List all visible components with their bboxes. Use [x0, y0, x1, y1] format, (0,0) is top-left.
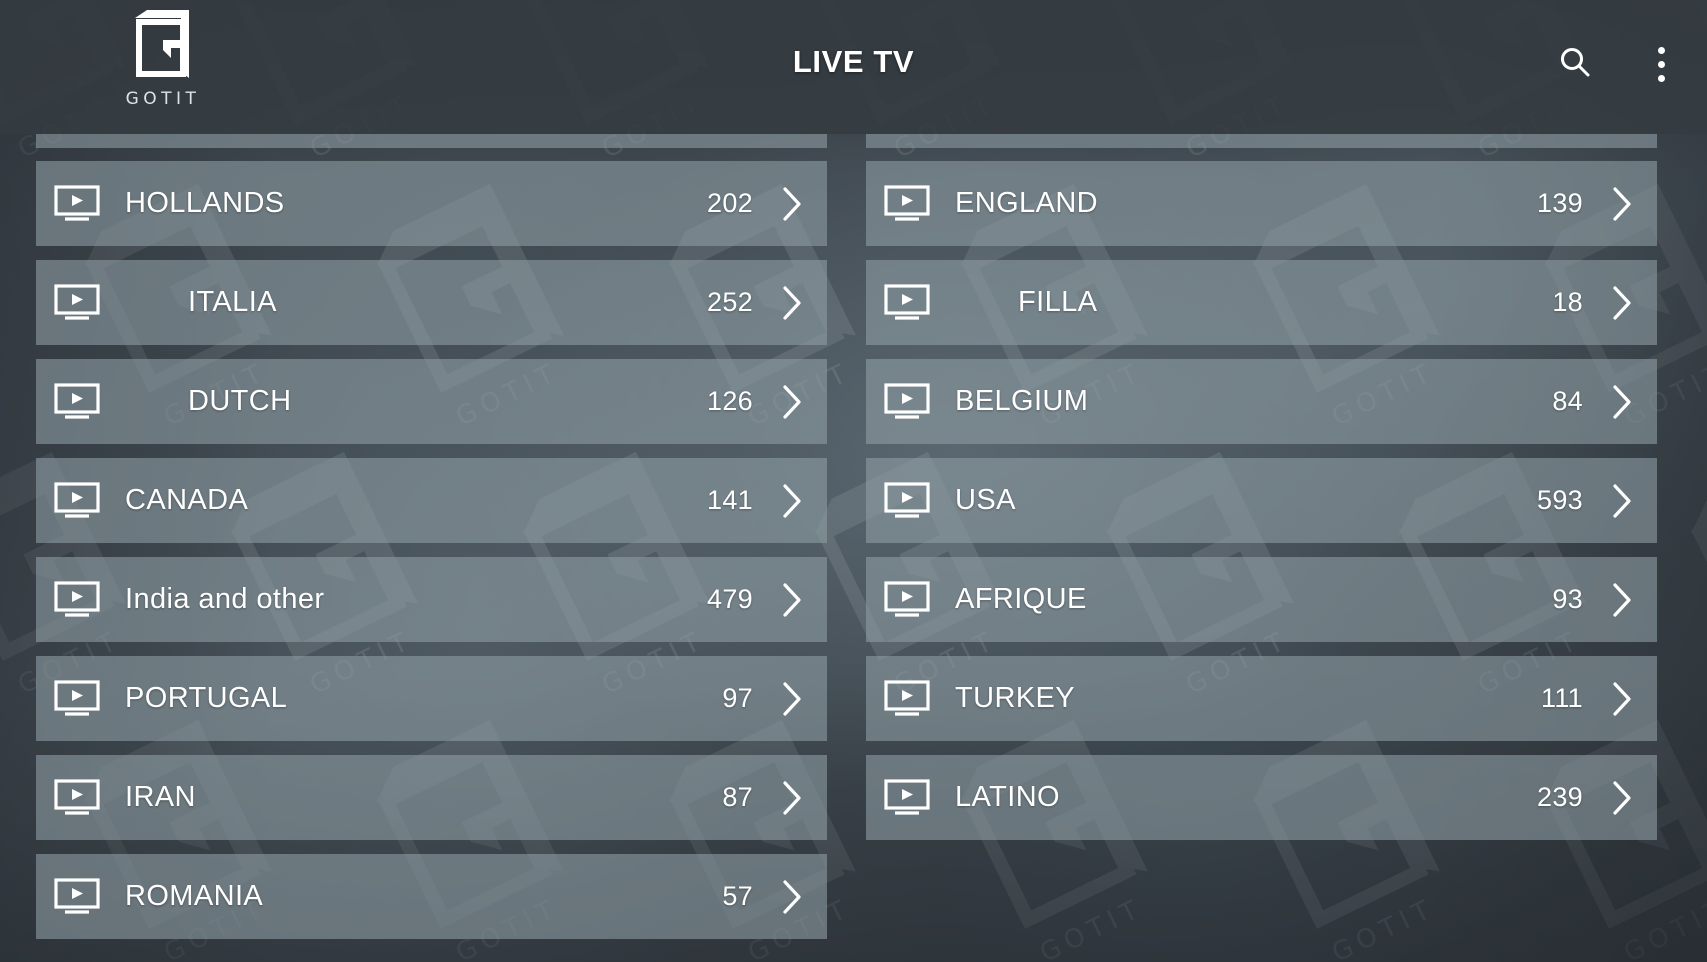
page-title: LIVE TV — [792, 44, 915, 79]
category-row[interactable]: FILLA 18 — [866, 260, 1657, 345]
overflow-menu-icon — [1657, 46, 1665, 82]
scrolled-row-edge — [866, 134, 1657, 148]
channel-count: 111 — [1541, 683, 1583, 713]
category-row[interactable]: TURKEY 111 — [866, 656, 1657, 741]
category-label: ENGLAND — [955, 187, 1098, 219]
category-column-left: HOLLANDS 202 ITALIA 252 DUTCH 126 CANADA 141… — [36, 134, 827, 953]
category-row[interactable]: IRAN 87 — [36, 755, 827, 840]
tv-play-icon — [51, 381, 103, 423]
category-row[interactable]: AFRIQUE 93 — [866, 557, 1657, 642]
chevron-right-icon — [779, 184, 805, 224]
channel-count: 87 — [722, 782, 753, 812]
category-row[interactable]: ENGLAND 139 — [866, 161, 1657, 246]
tv-play-icon — [881, 381, 933, 423]
chevron-right-icon — [779, 283, 805, 323]
category-row[interactable]: ROMANIA 57 — [36, 854, 827, 939]
category-label: TURKEY — [955, 682, 1076, 714]
category-label: PORTUGAL — [125, 682, 288, 714]
category-column-right: ENGLAND 139 FILLA 18 BELGIUM 84 USA 593 AFRI… — [866, 134, 1657, 854]
channel-count: 126 — [707, 386, 753, 416]
channel-count: 84 — [1552, 386, 1583, 416]
category-label: India and other — [125, 583, 325, 615]
channel-count: 479 — [707, 584, 753, 614]
tv-play-icon — [881, 579, 933, 621]
category-label: FILLA — [1018, 286, 1098, 318]
category-row[interactable]: India and other 479 — [36, 557, 827, 642]
live-tv-screen: GOTIT GOTIT GOTIT GOTIT GOTIT GOTIT — [0, 0, 1707, 962]
channel-count: 93 — [1552, 584, 1583, 614]
overflow-menu-button[interactable] — [1637, 40, 1685, 88]
category-row[interactable]: CANADA 141 — [36, 458, 827, 543]
chevron-right-icon — [1609, 184, 1635, 224]
tv-play-icon — [51, 777, 103, 819]
channel-count: 141 — [707, 485, 753, 515]
brand-wordmark: GOTIT — [125, 89, 201, 109]
app-header: GOTIT LIVE TV — [0, 0, 1707, 134]
tv-play-icon — [51, 183, 103, 225]
channel-count: 97 — [722, 683, 753, 713]
chevron-right-icon — [1609, 481, 1635, 521]
category-row[interactable]: HOLLANDS 202 — [36, 161, 827, 246]
channel-count: 57 — [722, 881, 753, 911]
channel-count: 239 — [1537, 782, 1583, 812]
category-label: AFRIQUE — [955, 583, 1087, 615]
chevron-right-icon — [1609, 382, 1635, 422]
category-row[interactable]: ITALIA 252 — [36, 260, 827, 345]
category-label: HOLLANDS — [125, 187, 285, 219]
category-row[interactable]: LATINO 239 — [866, 755, 1657, 840]
category-row[interactable]: PORTUGAL 97 — [36, 656, 827, 741]
category-label: ITALIA — [188, 286, 277, 318]
category-row[interactable]: BELGIUM 84 — [866, 359, 1657, 444]
tv-play-icon — [51, 480, 103, 522]
channel-count: 139 — [1537, 188, 1583, 218]
tv-play-icon — [881, 282, 933, 324]
search-icon — [1558, 45, 1592, 84]
scrolled-row-edge — [36, 134, 827, 148]
chevron-right-icon — [779, 481, 805, 521]
chevron-right-icon — [1609, 679, 1635, 719]
header-actions — [1551, 40, 1685, 88]
chevron-right-icon — [1609, 283, 1635, 323]
category-lists: HOLLANDS 202 ITALIA 252 DUTCH 126 CANADA 141… — [0, 134, 1707, 962]
category-label: USA — [955, 484, 1016, 516]
category-label: DUTCH — [188, 385, 292, 417]
chevron-right-icon — [779, 778, 805, 818]
category-row[interactable]: DUTCH 126 — [36, 359, 827, 444]
category-label: BELGIUM — [955, 385, 1089, 417]
tv-play-icon — [51, 678, 103, 720]
category-label: CANADA — [125, 484, 249, 516]
category-row[interactable]: USA 593 — [866, 458, 1657, 543]
channel-count: 252 — [707, 287, 753, 317]
chevron-right-icon — [779, 877, 805, 917]
category-label: LATINO — [955, 781, 1060, 813]
chevron-right-icon — [779, 679, 805, 719]
tv-play-icon — [881, 777, 933, 819]
channel-count: 593 — [1537, 485, 1583, 515]
category-label: IRAN — [125, 781, 196, 813]
chevron-right-icon — [779, 580, 805, 620]
category-label: ROMANIA — [125, 880, 264, 912]
chevron-right-icon — [1609, 580, 1635, 620]
tv-play-icon — [51, 876, 103, 918]
chevron-right-icon — [1609, 778, 1635, 818]
tv-play-icon — [881, 480, 933, 522]
tv-play-icon — [881, 678, 933, 720]
search-button[interactable] — [1551, 40, 1599, 88]
tv-play-icon — [51, 579, 103, 621]
channel-count: 18 — [1552, 287, 1583, 317]
chevron-right-icon — [779, 382, 805, 422]
tv-play-icon — [881, 183, 933, 225]
tv-play-icon — [51, 282, 103, 324]
channel-count: 202 — [707, 188, 753, 218]
